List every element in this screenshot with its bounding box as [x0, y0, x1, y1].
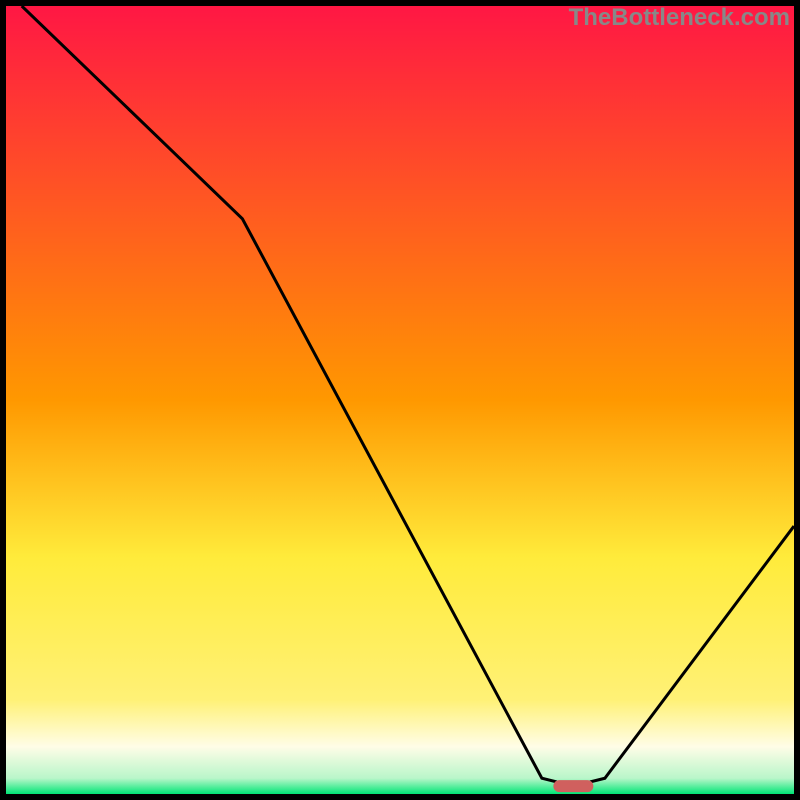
chart-frame	[0, 0, 800, 800]
watermark-text: TheBottleneck.com	[569, 4, 790, 32]
chart-background	[6, 6, 794, 794]
chart-svg	[6, 6, 794, 794]
optimal-marker	[553, 780, 593, 792]
